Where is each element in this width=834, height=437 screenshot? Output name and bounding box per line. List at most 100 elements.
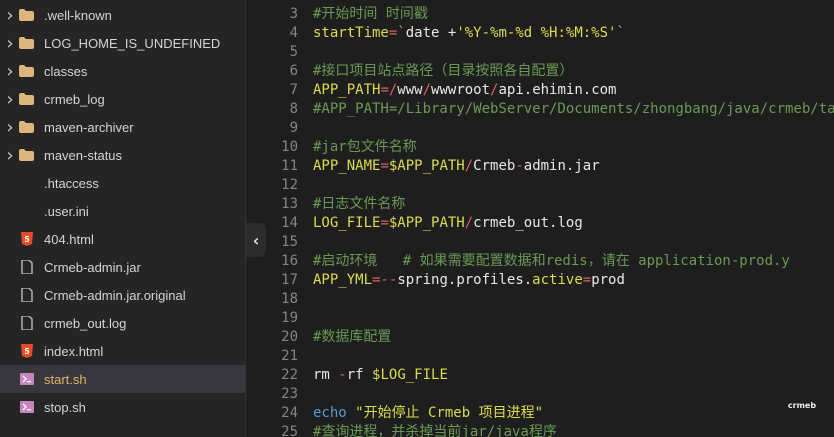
folder-item[interactable]: › .well-known	[0, 1, 245, 29]
file-item[interactable]: 5 404.html	[0, 225, 245, 253]
code-token: /	[464, 158, 474, 174]
line-number: 12	[281, 177, 298, 193]
file-item[interactable]: .htaccess	[0, 169, 245, 197]
file-item[interactable]: start.sh	[0, 365, 245, 393]
item-label: Crmeb-admin.jar.original	[44, 287, 186, 303]
file-item[interactable]: crmeb_out.log	[0, 309, 245, 337]
item-label: .htaccess	[44, 175, 99, 191]
file-item[interactable]: Crmeb-admin.jar.original	[0, 281, 245, 309]
file-icon	[19, 316, 34, 330]
code-line[interactable]: #查询进程，并杀掉当前jar/java程序	[313, 423, 557, 437]
code-editor[interactable]: 3 4 5 6 7 8 9 10 11 12 13 14 15 16 17 18 19 20 21 22 23 24 25 …	[266, 0, 834, 437]
code-line[interactable]: LOG_FILE=$APP_PATH/crmeb_out.log	[313, 214, 583, 233]
line-number: 8	[289, 101, 298, 117]
line-number: 10	[281, 139, 298, 155]
shell-icon	[19, 372, 34, 386]
code-token: rf	[346, 367, 373, 383]
chevron-right-icon[interactable]: ›	[4, 5, 16, 26]
code-token: spring.profiles.	[397, 272, 533, 288]
collapse-sidebar-button[interactable]: ‹	[246, 223, 266, 257]
chevron-right-icon[interactable]: ›	[4, 117, 16, 138]
item-label: maven-status	[44, 147, 123, 163]
code-token: $LOG_FILE	[372, 367, 448, 383]
folder-icon	[19, 92, 34, 106]
file-item[interactable]: 5 index.html	[0, 337, 245, 365]
item-label: crmeb_out.log	[44, 315, 127, 331]
code-token: APP_PATH	[313, 82, 381, 98]
code-token: #APP_PATH=/Library/WebServer/Documents/z…	[313, 101, 834, 117]
code-token: /	[464, 215, 474, 231]
chevron-right-icon[interactable]: ›	[4, 33, 16, 54]
item-label: 404.html	[44, 231, 94, 247]
svg-text:5: 5	[24, 347, 30, 356]
code-token: `	[616, 25, 625, 41]
folder-icon	[19, 8, 34, 22]
code-line[interactable]: #启动环境 # 如果需要配置数据和redis，请在 application-pr…	[313, 252, 790, 271]
folder-item[interactable]: › classes	[0, 57, 245, 85]
line-number: 21	[281, 348, 298, 364]
chevron-right-icon[interactable]: ›	[4, 89, 16, 110]
file-item[interactable]: stop.sh	[0, 393, 245, 421]
item-label: maven-archiver	[44, 119, 134, 135]
code-token: -	[338, 367, 347, 383]
line-number: 5	[289, 44, 298, 60]
code-line[interactable]: #jar包文件名称	[313, 138, 417, 157]
code-token: =--	[372, 272, 398, 288]
line-number: 3	[289, 6, 298, 22]
chevron-right-icon[interactable]: ›	[4, 145, 16, 166]
code-token: =	[582, 272, 592, 288]
item-label: crmeb_log	[44, 91, 105, 107]
code-line[interactable]: #开始时间 时间戳	[313, 5, 428, 24]
code-token: =	[380, 158, 389, 174]
code-token: $APP_PATH	[388, 158, 465, 174]
folder-item[interactable]: › LOG_HOME_IS_UNDEFINED	[0, 29, 245, 57]
line-number: 17	[281, 272, 298, 288]
code-token: date +	[405, 25, 457, 41]
folder-item[interactable]: › maven-status	[0, 141, 245, 169]
code-token: /	[422, 82, 432, 98]
code-token: =/	[380, 82, 398, 98]
code-line[interactable]: APP_NAME=$APP_PATH/Crmeb-admin.jar	[313, 157, 600, 176]
code-line[interactable]: rm -rf $LOG_FILE	[313, 366, 448, 385]
item-label: .well-known	[44, 7, 112, 23]
line-number: 15	[281, 234, 298, 250]
html5-icon: 5	[19, 232, 34, 246]
code-token: #数据库配置	[313, 329, 392, 345]
code-token: APP_YML	[313, 272, 373, 288]
item-label: .user.ini	[44, 203, 89, 219]
file-icon	[19, 260, 34, 274]
line-number: 22	[281, 367, 298, 383]
panel-divider[interactable]	[245, 0, 246, 437]
code-token: #jar包文件名称	[313, 139, 417, 155]
code-token: -	[515, 158, 524, 174]
file-item[interactable]: .user.ini	[0, 197, 245, 225]
folder-item[interactable]: › maven-archiver	[0, 113, 245, 141]
line-number: 16	[281, 253, 298, 269]
code-token: $APP_PATH	[388, 215, 465, 231]
code-token: #日志文件名称	[313, 196, 406, 212]
file-item[interactable]: Crmeb-admin.jar	[0, 253, 245, 281]
chevron-right-icon[interactable]: ›	[4, 61, 16, 82]
code-token: APP_NAME	[313, 158, 381, 174]
folder-item[interactable]: › crmeb_log	[0, 85, 245, 113]
code-token: rm	[313, 367, 339, 383]
item-label: Crmeb-admin.jar	[44, 259, 141, 275]
code-token: LOG_FILE	[313, 215, 381, 231]
line-number: 7	[289, 82, 298, 98]
item-label: stop.sh	[44, 399, 86, 415]
code-line[interactable]: #日志文件名称	[313, 195, 405, 214]
code-line[interactable]: startTime=`date +'%Y-%m-%d %H:%M:%S'`	[313, 24, 625, 43]
code-line[interactable]: #数据库配置	[313, 328, 391, 347]
svg-text:5: 5	[24, 235, 30, 244]
code-line[interactable]: echo "开始停止 Crmeb 项目进程"	[313, 404, 543, 423]
folder-icon	[19, 36, 34, 50]
code-line[interactable]: APP_PATH=/www/wwwroot/api.ehimin.com	[313, 81, 617, 100]
file-icon	[19, 288, 34, 302]
code-line[interactable]: APP_YML=--spring.profiles.active=prod	[313, 271, 625, 290]
code-token: echo	[313, 405, 356, 421]
shell-icon	[19, 400, 34, 414]
html5-icon: 5	[19, 344, 34, 358]
code-line[interactable]: #APP_PATH=/Library/WebServer/Documents/z…	[313, 100, 834, 119]
code-line[interactable]: #接口项目站点路径（目录按照各自配置）	[313, 62, 573, 81]
code-token: #查询进程，并杀掉当前jar/java程序	[313, 424, 557, 437]
